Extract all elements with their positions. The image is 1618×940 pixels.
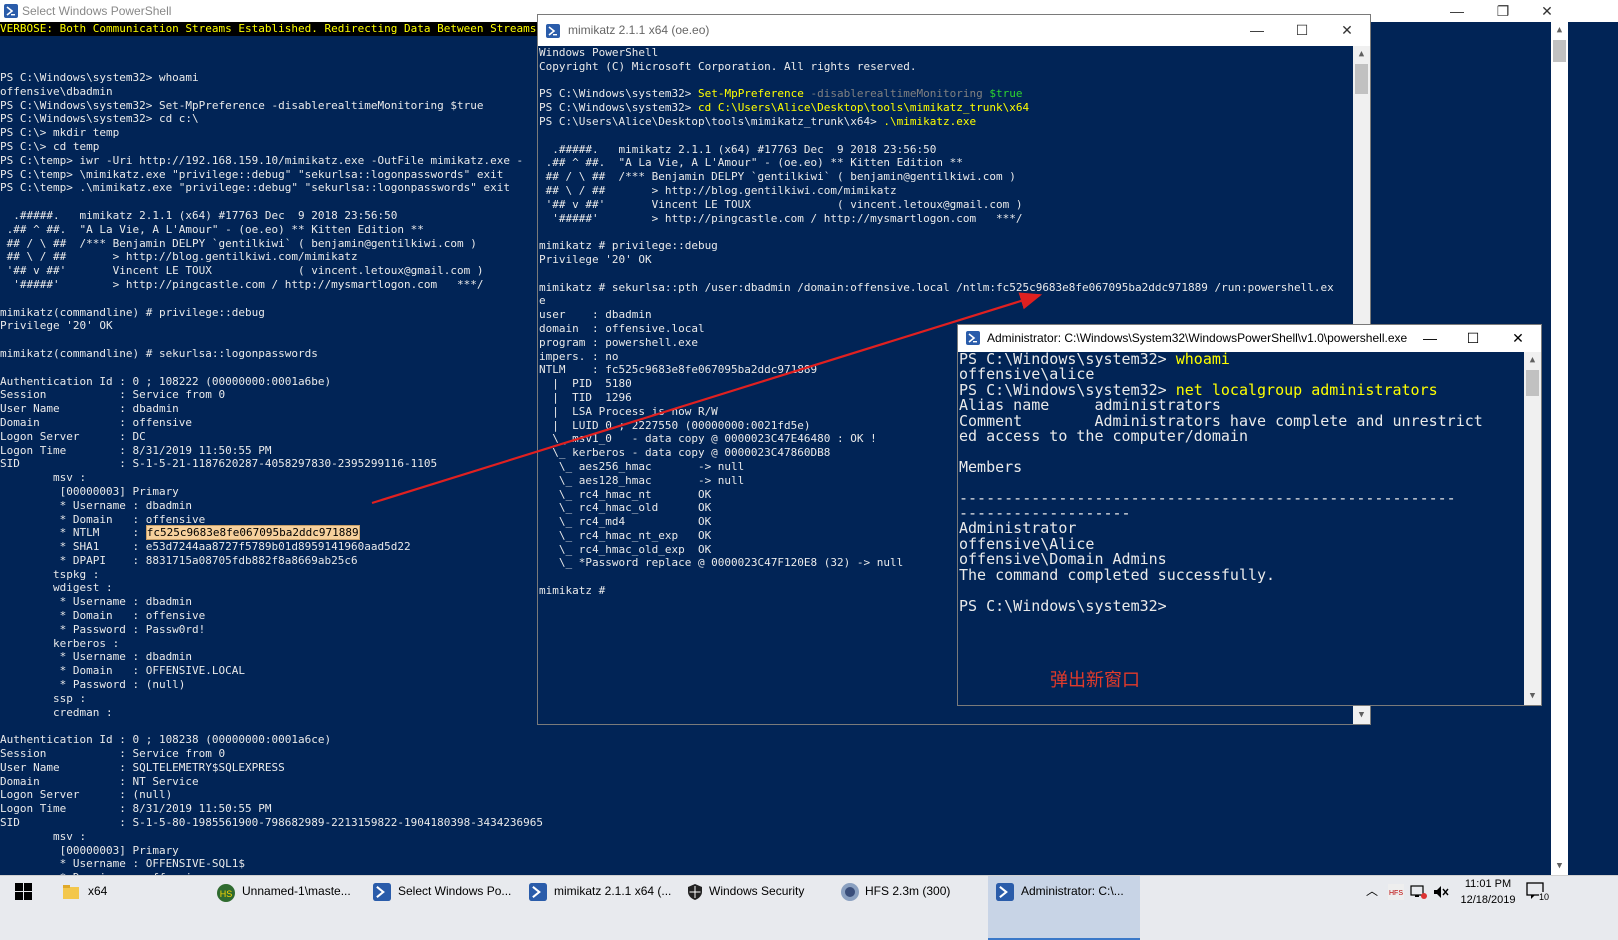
tray-chevron-up-icon[interactable]: ︿ (1364, 876, 1380, 940)
taskbar-item-admin[interactable]: Administrator: C:\... (988, 876, 1140, 940)
admin-window-title: Administrator: C:\Windows\System32\Windo… (987, 331, 1408, 345)
main-scrollbar[interactable]: ▲ ▼ (1551, 22, 1568, 875)
taskbar-item-select-ps[interactable]: Select Windows Po... (367, 876, 517, 940)
powershell-icon (529, 883, 547, 901)
command: whoami (1175, 352, 1230, 368)
mimikatz-title-bar[interactable]: mimikatz 2.1.1 x64 (oe.eo) — ☐ ✕ (538, 15, 1370, 46)
notifications-count: 10 (1539, 892, 1550, 902)
scroll-up-arrow-icon[interactable]: ▲ (1353, 46, 1370, 63)
scroll-thumb[interactable] (1355, 64, 1368, 94)
taskbar-label: Unnamed-1\maste... (242, 884, 351, 898)
scroll-down-arrow-icon[interactable]: ▼ (1353, 707, 1370, 724)
verbose-line: VERBOSE: Both Communication Streams Esta… (0, 22, 555, 36)
network-icon[interactable] (1410, 884, 1428, 900)
ps-header: Windows PowerShell Copyright (C) Microso… (539, 46, 917, 73)
powershell-icon (373, 883, 391, 901)
taskbar-label: Windows Security (709, 884, 805, 898)
mimikatz-window-title: mimikatz 2.1.1 x64 (oe.eo) (568, 23, 710, 37)
close-button[interactable]: ✕ (1495, 325, 1541, 352)
windows-logo-icon (15, 883, 32, 900)
scroll-up-arrow-icon[interactable]: ▲ (1551, 22, 1568, 39)
cmdlet-param: -disablerealtimeMonitoring (803, 87, 983, 101)
taskbar-item-x64[interactable]: x64 (50, 876, 195, 940)
cmdlet-value: $true (982, 87, 1023, 101)
main-console-output: PS C:\Windows\system32> whoami offensive… (0, 71, 543, 875)
admin-console-output: PS C:\Windows\system32> whoami offensive… (959, 352, 1483, 614)
maximize-button[interactable]: ❐ (1480, 0, 1526, 22)
taskbar-label: Select Windows Po... (398, 884, 512, 898)
command: .\mimikatz.exe (883, 114, 977, 128)
taskbar-item-hfs[interactable]: HFS 2.3m (300) (835, 876, 985, 940)
clock-date: 12/18/2019 (1460, 894, 1516, 906)
annotation-note: 弹出新窗口 (1050, 670, 1140, 691)
taskbar-item-unnamed[interactable]: HS Unnamed-1\maste... (210, 876, 360, 940)
taskbar-item-mimikatz[interactable]: mimikatz 2.1.1 x64 (... (523, 876, 678, 940)
admin-console-body[interactable]: PS C:\Windows\system32> whoami offensive… (958, 352, 1524, 705)
svg-text:HS: HS (220, 889, 233, 899)
admin-title-bar[interactable]: Administrator: C:\Windows\System32\Windo… (958, 325, 1541, 352)
scroll-down-arrow-icon[interactable]: ▼ (1524, 688, 1541, 705)
folder-icon (63, 885, 79, 899)
maximize-button[interactable]: ☐ (1450, 325, 1496, 352)
clock-time: 11:01 PM (1464, 878, 1512, 890)
svg-text:HFS: HFS (1389, 890, 1403, 897)
minimize-button[interactable]: — (1407, 325, 1453, 352)
clock[interactable]: 11:01 PM 12/18/2019 (1456, 876, 1520, 908)
powershell-icon (996, 883, 1014, 901)
scroll-thumb[interactable] (1526, 370, 1539, 396)
taskbar-label: Administrator: C:\... (1021, 884, 1124, 898)
prompt: PS C:\Windows\system32> (539, 87, 698, 101)
minimize-button[interactable]: — (1234, 15, 1280, 46)
maximize-button[interactable]: ☐ (1279, 15, 1325, 46)
taskbar-item-windows-security[interactable]: Windows Security (680, 876, 830, 940)
scroll-up-arrow-icon[interactable]: ▲ (1524, 352, 1541, 369)
main-window-title: Select Windows PowerShell (22, 4, 172, 18)
notifications-button[interactable]: 10 (1526, 882, 1550, 902)
taskbar[interactable]: x64 HS Unnamed-1\maste... Select Windows… (0, 875, 1618, 940)
scroll-down-arrow-icon[interactable]: ▼ (1551, 858, 1568, 875)
speaker-muted-icon[interactable] (1432, 884, 1450, 900)
close-button[interactable]: ✕ (1524, 0, 1570, 22)
scroll-thumb[interactable] (1553, 40, 1566, 62)
powershell-icon (546, 24, 560, 38)
taskbar-label: x64 (88, 884, 108, 898)
start-button[interactable] (0, 876, 48, 940)
command: cd C:\Users\Alice\Desktop\tools\mimikatz… (697, 101, 1030, 115)
powershell-icon (966, 331, 980, 345)
taskbar-label: HFS 2.3m (300) (865, 884, 951, 898)
hfs-icon (841, 883, 859, 901)
minimize-button[interactable]: — (1434, 0, 1480, 22)
prompt: PS C:\Windows\system32> (539, 101, 698, 115)
shield-icon (688, 884, 702, 900)
ntlm-highlight: fc525c9683e8fe067095ba2ddc971889 (145, 525, 360, 541)
main-output-bottom: * SHA1 : e53d7244aa8727f5789b01d89591419… (0, 540, 544, 875)
main-output-top: PS C:\Windows\system32> whoami offensive… (0, 71, 524, 526)
ntlm-prefix: * NTLM : (0, 526, 146, 540)
taskbar-label: mimikatz 2.1.1 x64 (... (554, 884, 672, 898)
close-button[interactable]: ✕ (1324, 15, 1370, 46)
tray-hfs-icon[interactable]: HFS (1388, 884, 1404, 900)
admin-powershell-window[interactable]: Administrator: C:\Windows\System32\Windo… (957, 324, 1542, 706)
admin-output: Alias name administrators Comment Admini… (959, 396, 1483, 615)
prompt: PS C:\Users\Alice\Desktop\tools\mimikatz… (539, 114, 884, 128)
cmdlet-name: Set-MpPreference (697, 87, 804, 101)
hs-icon: HS (217, 884, 235, 902)
admin-scrollbar[interactable]: ▲ ▼ (1524, 352, 1541, 705)
powershell-icon (4, 4, 18, 18)
